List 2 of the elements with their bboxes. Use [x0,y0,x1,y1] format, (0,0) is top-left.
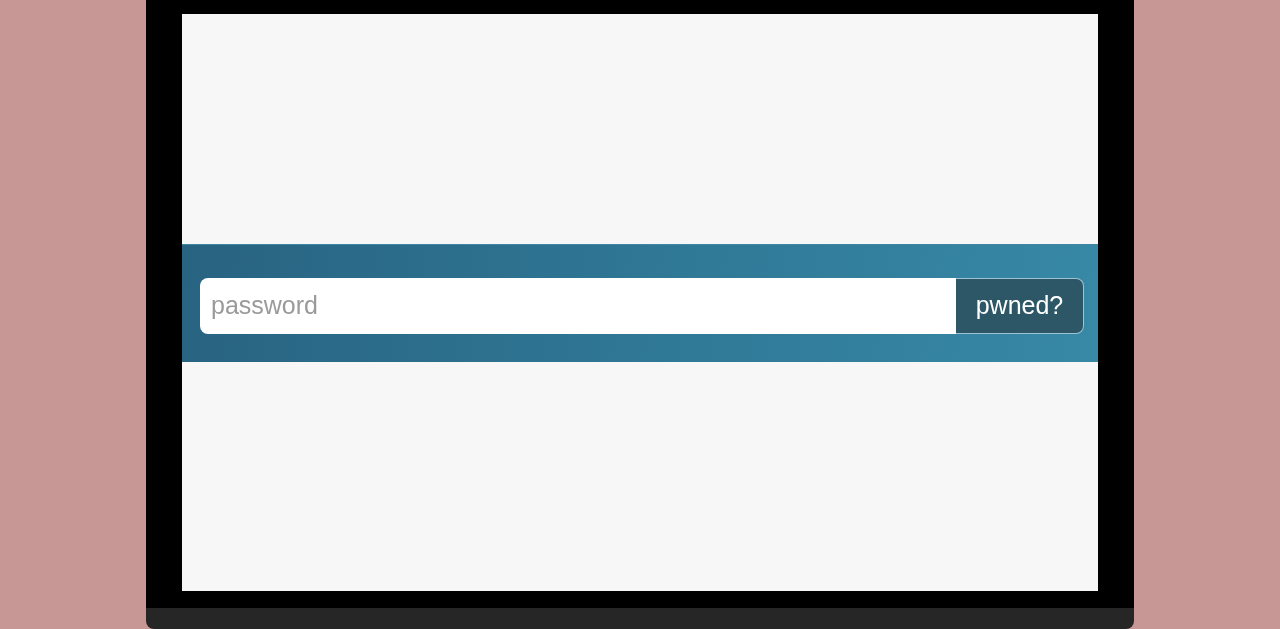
password-field[interactable]: password [200,277,956,334]
pwned-button[interactable]: pwned? [956,277,1084,334]
